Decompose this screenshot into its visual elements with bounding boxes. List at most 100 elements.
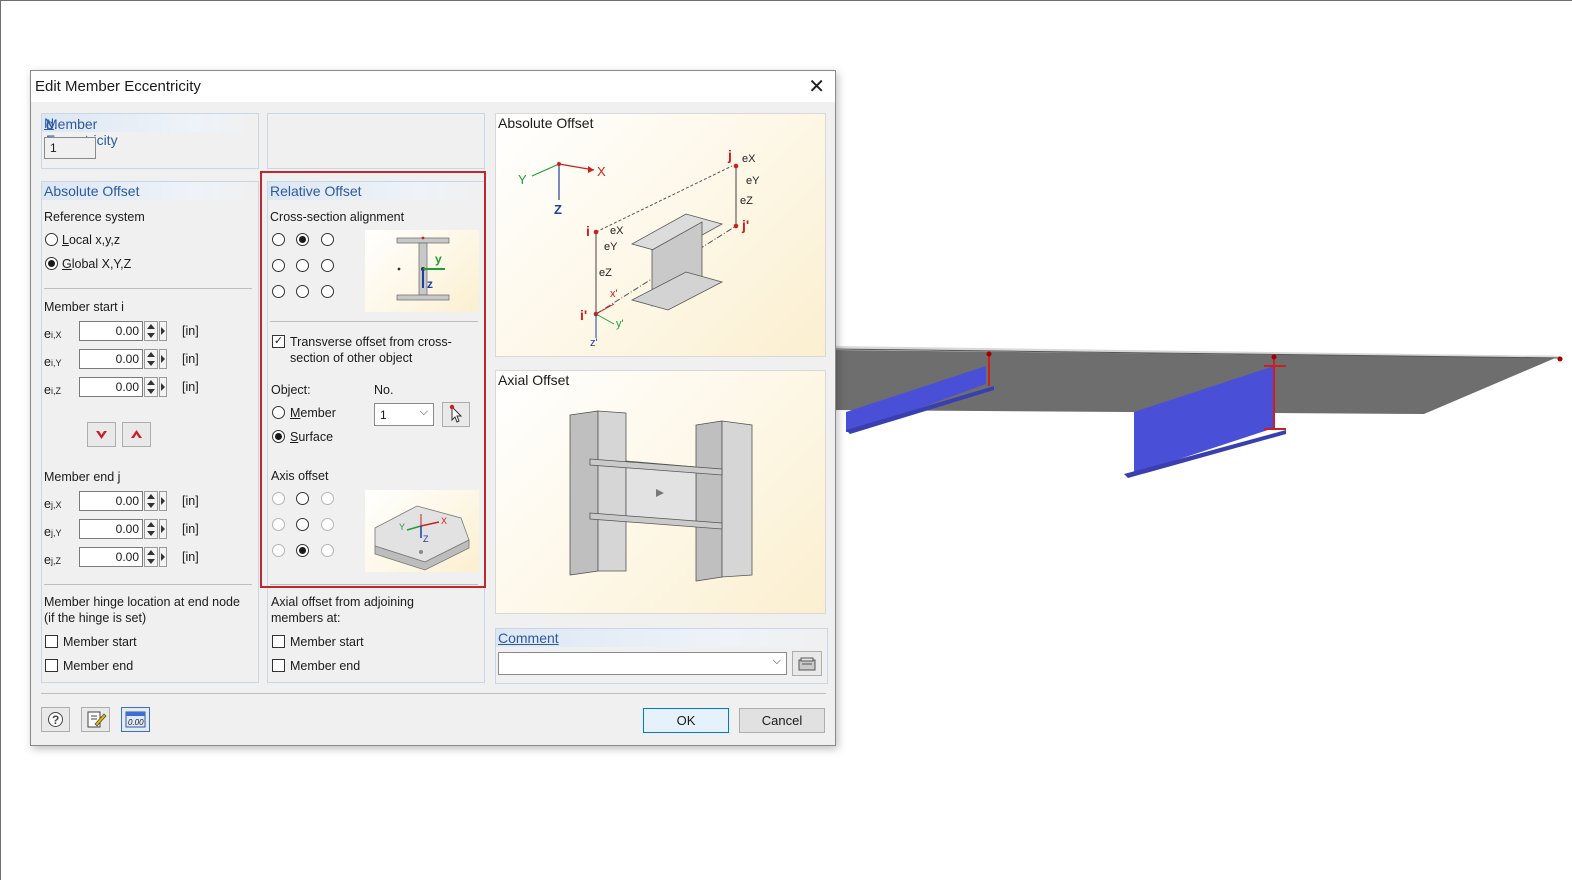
arrow-up-icon (131, 430, 142, 438)
local-xyz-radio[interactable] (45, 233, 58, 246)
comment-input[interactable]: ⌵ (498, 652, 787, 675)
footer-separator (41, 693, 826, 694)
absolute-offset-heading: Absolute Offset (44, 183, 140, 199)
e-ix-label: ei,X (44, 327, 62, 341)
e-iy-input[interactable]: 0.00 (79, 349, 143, 369)
e-jz-arrow[interactable] (159, 547, 167, 567)
e-ix-input[interactable]: 0.00 (79, 321, 143, 341)
hinge-member-end-label[interactable]: Member end (63, 659, 133, 673)
e-jy-unit: [in] (182, 522, 199, 536)
e-iy-spinner[interactable] (144, 349, 158, 369)
relative-offset-highlight (260, 171, 486, 588)
e-iy-label: ei,Y (44, 355, 62, 369)
e-iy-arrow[interactable] (159, 349, 167, 369)
e-iz-unit: [in] (182, 380, 199, 394)
hinge-member-start-checkbox[interactable] (45, 635, 58, 648)
member-end-label: Member end j (44, 470, 121, 484)
member-start-label: Member start i (44, 300, 124, 314)
svg-text:Y: Y (518, 172, 527, 187)
svg-text:i: i (586, 223, 590, 239)
e-iy-unit: [in] (182, 352, 199, 366)
help-button[interactable]: ? (41, 707, 70, 732)
svg-text:Z: Z (554, 202, 562, 217)
e-ix-spinner[interactable] (144, 321, 158, 341)
eccentricity-no-field[interactable]: 1 (44, 137, 96, 159)
folder-icon (798, 657, 816, 671)
svg-text:eX: eX (742, 153, 756, 165)
svg-text:i': i' (580, 307, 587, 323)
units-icon: 0.00 (125, 711, 146, 728)
e-jz-unit: [in] (182, 550, 199, 564)
global-xyz-radio[interactable] (45, 257, 58, 270)
hinge-member-start-label[interactable]: Member start (63, 635, 137, 649)
ok-button[interactable]: OK (643, 708, 729, 733)
axial-offset-picture: Axial Offset (495, 370, 826, 614)
absolute-offset-group: Absolute Offset Reference system Local x… (41, 181, 259, 683)
blank-group (267, 113, 485, 169)
chevron-down-icon[interactable]: ⌵ (773, 655, 781, 668)
svg-text:eY: eY (604, 241, 618, 253)
comment-heading: Comment (498, 630, 559, 646)
local-xyz-label[interactable]: Local x,y,z (62, 233, 120, 247)
svg-text:y': y' (616, 318, 624, 330)
svg-text:z': z' (590, 337, 598, 349)
copy-up-button[interactable] (122, 422, 151, 447)
axial-offset-diagram (569, 410, 753, 582)
help-icon: ? (48, 712, 63, 727)
comment-group: Comment ⌵ (495, 628, 828, 684)
e-jx-label: ej,X (44, 497, 62, 511)
e-iz-input[interactable]: 0.00 (79, 377, 143, 397)
node-2[interactable] (1271, 354, 1277, 360)
absolute-offset-diagram: X Y Z i j j' i' x' y' z' eX eY eZ eX eY … (518, 147, 760, 349)
node-3[interactable] (1557, 356, 1563, 362)
e-jz-input[interactable]: 0.00 (79, 547, 143, 567)
e-jx-spinner[interactable] (144, 491, 158, 511)
e-jy-arrow[interactable] (159, 519, 167, 539)
close-icon[interactable]: ✕ (808, 74, 825, 99)
arrow-down-icon (96, 431, 107, 439)
absolute-offset-picture: Absolute Offset X Y Z i j j' i' x' y' z'… (495, 113, 826, 357)
cancel-button[interactable]: Cancel (739, 708, 825, 733)
comment-library-button[interactable] (792, 651, 822, 676)
frame-top-line (0, 0, 1572, 1)
svg-text:eZ: eZ (740, 195, 753, 207)
svg-text:?: ? (52, 713, 59, 727)
e-jz-label: ej,Z (44, 553, 61, 567)
e-iz-arrow[interactable] (159, 377, 167, 397)
svg-text:eX: eX (610, 225, 624, 237)
axial-member-start-label[interactable]: Member start (290, 635, 364, 649)
axial-offset-label-1: Axial offset from adjoining (271, 595, 414, 609)
model-viewport[interactable] (834, 330, 1564, 490)
e-jz-spinner[interactable] (144, 547, 158, 567)
edit-member-eccentricity-dialog: Edit Member Eccentricity ✕ Member Eccent… (30, 70, 836, 746)
units-button[interactable]: 0.00 (121, 707, 150, 732)
edit-icon (87, 711, 107, 728)
frame-left-line (0, 0, 1, 880)
global-xyz-label[interactable]: Global X,Y,Z (62, 257, 131, 271)
copy-down-button[interactable] (87, 422, 116, 447)
svg-text:X: X (597, 164, 606, 179)
svg-text:x': x' (610, 288, 618, 300)
svg-text:0.00: 0.00 (128, 718, 144, 727)
svg-text:eZ: eZ (599, 267, 612, 279)
axial-member-end-checkbox[interactable] (272, 659, 285, 672)
axial-offset-label-2: members at: (271, 611, 341, 625)
e-jy-input[interactable]: 0.00 (79, 519, 143, 539)
e-jy-label: ej,Y (44, 525, 62, 539)
e-ix-arrow[interactable] (159, 321, 167, 341)
e-ix-unit: [in] (182, 324, 199, 338)
axial-member-end-label[interactable]: Member end (290, 659, 360, 673)
node-1[interactable] (986, 351, 992, 357)
edit-button[interactable] (81, 707, 110, 732)
eccentricity-no-group: Member Eccentricity No. 1 (41, 113, 259, 169)
hinge-location-label-2: (if the hinge is set) (44, 611, 147, 625)
dialog-title: Edit Member Eccentricity (35, 78, 201, 95)
e-jx-input[interactable]: 0.00 (79, 491, 143, 511)
svg-text:j': j' (741, 217, 749, 233)
e-jy-spinner[interactable] (144, 519, 158, 539)
axial-member-start-checkbox[interactable] (272, 635, 285, 648)
hinge-member-end-checkbox[interactable] (45, 659, 58, 672)
e-jx-arrow[interactable] (159, 491, 167, 511)
e-iz-spinner[interactable] (144, 377, 158, 397)
svg-text:eY: eY (746, 175, 760, 187)
